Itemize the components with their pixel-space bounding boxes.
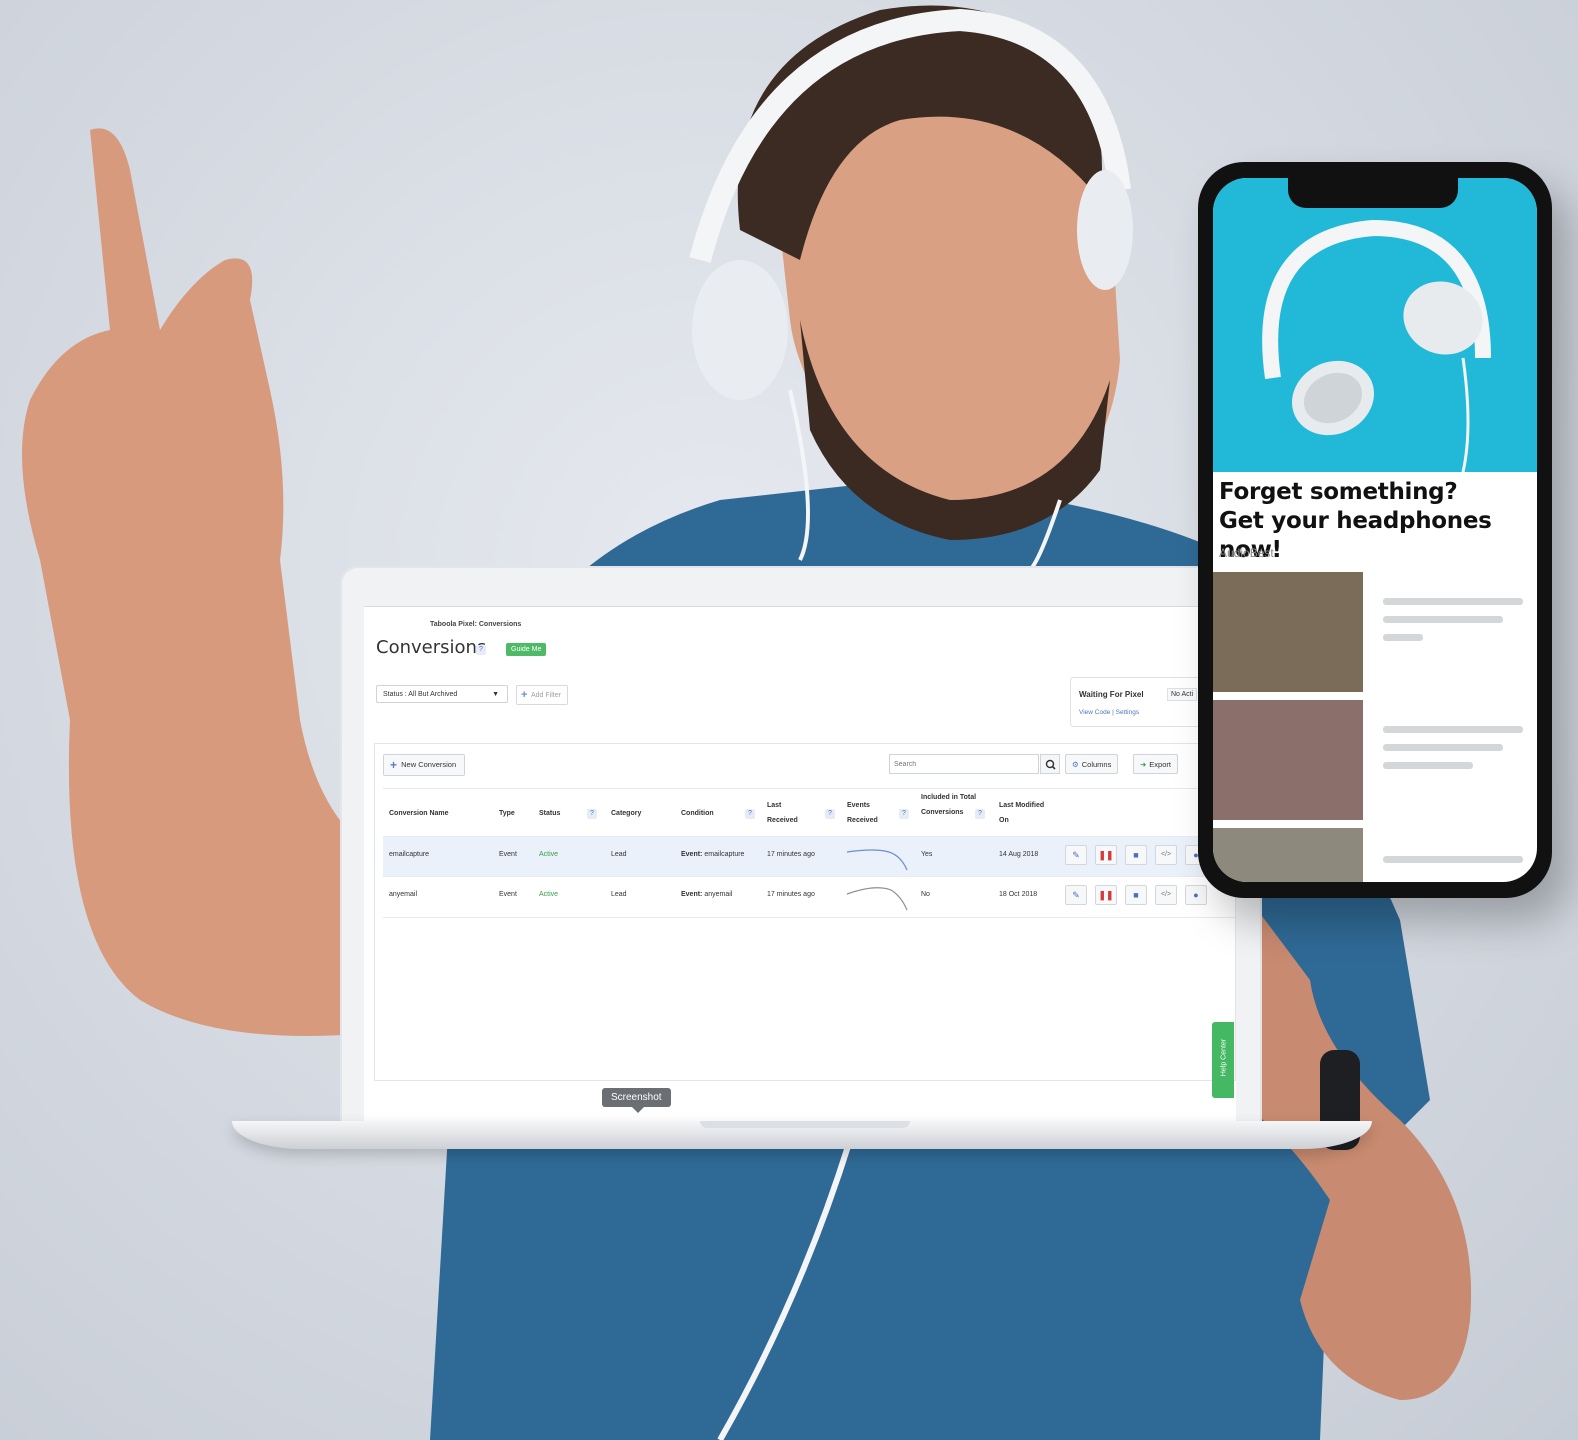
help-icon[interactable]: ? [745, 809, 755, 819]
scene: Taboola Pixel: Conversions Conversions ?… [0, 0, 1578, 1440]
column-header[interactable]: Last Received [767, 798, 811, 828]
export-icon: ➜ [1140, 760, 1147, 769]
cell-type: Event [499, 851, 517, 858]
laptop-hinge [700, 1121, 910, 1128]
ad-headline-line1: Forget something? [1219, 479, 1458, 505]
edit-icon[interactable]: ✎ [1065, 845, 1087, 865]
help-icon[interactable]: ? [975, 809, 985, 819]
help-center-label: Help Center [1220, 1038, 1228, 1077]
column-header[interactable]: Condition [681, 806, 714, 821]
cell-condition: Event: emailcapture [681, 851, 744, 858]
column-header[interactable]: Events Received [847, 798, 891, 828]
plus-icon: + [390, 758, 398, 773]
pixel-links[interactable]: View Code | Settings [1079, 709, 1139, 716]
cell-name: anyemail [389, 891, 418, 898]
user-icon[interactable]: ● [1185, 885, 1207, 905]
column-header[interactable]: Included in Total Conversions [921, 790, 979, 820]
conversions-table-panel: + New Conversion ⚙Columns ➜Export Conver… [374, 743, 1236, 1081]
code-icon[interactable]: </> [1155, 845, 1177, 865]
chevron-down-icon: ▼ [492, 691, 499, 698]
pixel-status-label: Waiting For Pixel [1079, 690, 1144, 699]
feed-thumbnail[interactable] [1213, 572, 1363, 692]
column-header[interactable]: Status [539, 806, 560, 821]
pause-icon[interactable]: ❚❚ [1095, 845, 1117, 865]
cell-category: Lead [611, 851, 627, 858]
search-icon [1045, 759, 1056, 770]
search-input[interactable] [889, 754, 1039, 774]
archive-icon[interactable]: ■ [1125, 885, 1147, 905]
column-header[interactable]: Conversion Name [389, 806, 449, 821]
feed-thumbnail[interactable] [1213, 828, 1363, 882]
condition-label: Event: [681, 851, 703, 858]
events-sparkline [846, 887, 908, 911]
feed-text-blurred [1383, 856, 1523, 863]
add-filter-label: Add Filter [531, 691, 561, 699]
table-row[interactable]: emailcapture Event Active Lead Event: em… [383, 836, 1235, 877]
archive-icon[interactable]: ■ [1125, 845, 1147, 865]
cell-modified: 14 Aug 2018 [999, 851, 1039, 858]
guide-me-button[interactable]: Guide Me [506, 643, 547, 656]
help-center-tab[interactable]: Help Center [1212, 1022, 1234, 1098]
cell-included: Yes [921, 851, 933, 858]
columns-label: Columns [1081, 760, 1112, 769]
condition-label: Event: [681, 891, 703, 898]
pixel-status-value: No Acti [1167, 688, 1198, 701]
feed-text-blurred [1383, 616, 1503, 623]
help-icon[interactable]: ? [476, 645, 486, 655]
edit-icon[interactable]: ✎ [1065, 885, 1087, 905]
column-header[interactable]: Type [499, 806, 515, 821]
cell-type: Event [499, 891, 517, 898]
phone-notch [1288, 176, 1458, 208]
breadcrumb: Taboola Pixel: Conversions [430, 621, 522, 628]
plus-icon: + [521, 689, 528, 701]
pause-icon[interactable]: ❚❚ [1095, 885, 1117, 905]
help-icon[interactable]: ? [899, 809, 909, 819]
help-icon[interactable]: ? [825, 809, 835, 819]
ad-hero-image[interactable] [1213, 178, 1537, 473]
cell-name: emailcapture [389, 851, 430, 858]
ad-source: AudioBest [1219, 546, 1274, 560]
search-button[interactable] [1040, 754, 1060, 774]
cell-included: No [921, 891, 930, 898]
status-filter-select[interactable]: Status : All But Archived ▼ [376, 685, 508, 703]
column-header[interactable]: Last Modified On [999, 798, 1053, 828]
add-filter-button[interactable]: + Add Filter [516, 685, 568, 705]
headphones-image [1262, 219, 1491, 473]
cell-status: Active [539, 891, 559, 898]
feed-text-blurred [1383, 598, 1523, 605]
table-row[interactable]: anyemail Event Active Lead Event: anyema… [383, 876, 1235, 918]
table-header: Conversion Name Type Status ? Category C… [383, 788, 1235, 837]
condition-value: anyemail [704, 891, 733, 898]
export-button[interactable]: ➜ Export [1133, 754, 1178, 774]
help-icon[interactable]: ? [587, 809, 597, 819]
feed-thumbnail[interactable] [1213, 700, 1363, 820]
screenshot-tooltip: Screenshot [602, 1088, 671, 1113]
phone-screen: Forget something? Get your headphones no… [1213, 178, 1537, 882]
feed-text-blurred [1383, 634, 1423, 641]
feed-text-blurred [1383, 744, 1503, 751]
feed-text-blurred [1383, 762, 1473, 769]
column-header[interactable]: Category [611, 806, 641, 821]
cell-status: Active [539, 851, 559, 858]
laptop-screen: Taboola Pixel: Conversions Conversions ?… [364, 606, 1236, 1121]
feed-text-blurred [1383, 726, 1523, 733]
cell-condition: Event: anyemail [681, 891, 732, 898]
status-filter-label: Status : All But Archived [383, 691, 458, 698]
code-icon[interactable]: </> [1155, 885, 1177, 905]
cell-last-received: 17 minutes ago [767, 891, 815, 898]
page-title: Conversions [376, 637, 487, 658]
export-label: Export [1149, 760, 1171, 769]
gear-icon: ⚙ [1072, 760, 1079, 769]
condition-value: emailcapture [704, 851, 745, 858]
new-conversion-label: New Conversion [401, 760, 457, 769]
cell-modified: 18 Oct 2018 [999, 891, 1038, 898]
columns-button[interactable]: ⚙ Columns [1065, 754, 1119, 774]
new-conversion-button[interactable]: + New Conversion [383, 754, 466, 776]
cell-last-received: 17 minutes ago [767, 851, 815, 858]
cell-category: Lead [611, 891, 627, 898]
events-sparkline [846, 849, 908, 871]
